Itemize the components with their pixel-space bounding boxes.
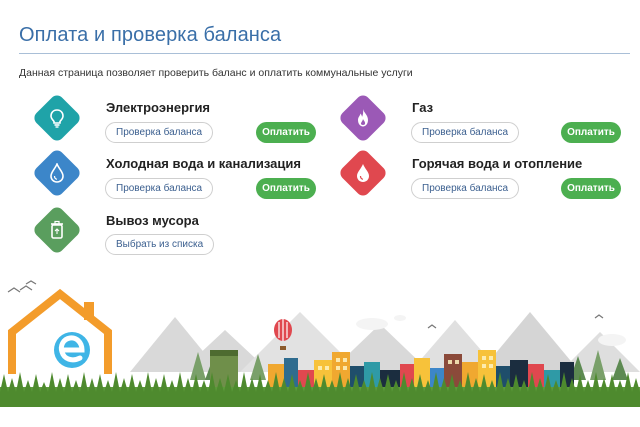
- check-balance-button[interactable]: Проверка баланса: [411, 178, 520, 199]
- page-description: Данная страница позволяет проверить бала…: [19, 67, 413, 79]
- gas-flame-icon: [345, 100, 381, 136]
- trash-bin-icon: [39, 212, 75, 248]
- service-name: Холодная вода и канализация: [106, 156, 301, 171]
- service-name: Электроэнергия: [106, 100, 211, 115]
- city-landscape-illustration: [0, 280, 640, 412]
- pay-button[interactable]: Оплатить: [561, 178, 621, 199]
- title-divider: [19, 53, 630, 54]
- hot-water-drop-icon: [345, 155, 381, 191]
- service-name: Горячая вода и отопление: [412, 156, 583, 171]
- pay-button[interactable]: Оплатить: [256, 122, 316, 143]
- check-balance-button[interactable]: Проверка баланса: [105, 122, 214, 143]
- water-drop-icon: [39, 155, 75, 191]
- select-from-list-button[interactable]: Выбрать из списка: [105, 234, 215, 255]
- service-name: Газ: [412, 100, 434, 115]
- pay-button[interactable]: Оплатить: [561, 122, 621, 143]
- check-balance-button[interactable]: Проверка баланса: [105, 178, 214, 199]
- lightbulb-icon: [39, 100, 75, 136]
- check-balance-button[interactable]: Проверка баланса: [411, 122, 520, 143]
- pay-button[interactable]: Оплатить: [256, 178, 316, 199]
- page-title: Оплата и проверка баланса: [19, 24, 282, 46]
- service-name: Вывоз мусора: [106, 213, 199, 228]
- house-logo: [8, 288, 112, 374]
- bottom-strip: [0, 407, 640, 427]
